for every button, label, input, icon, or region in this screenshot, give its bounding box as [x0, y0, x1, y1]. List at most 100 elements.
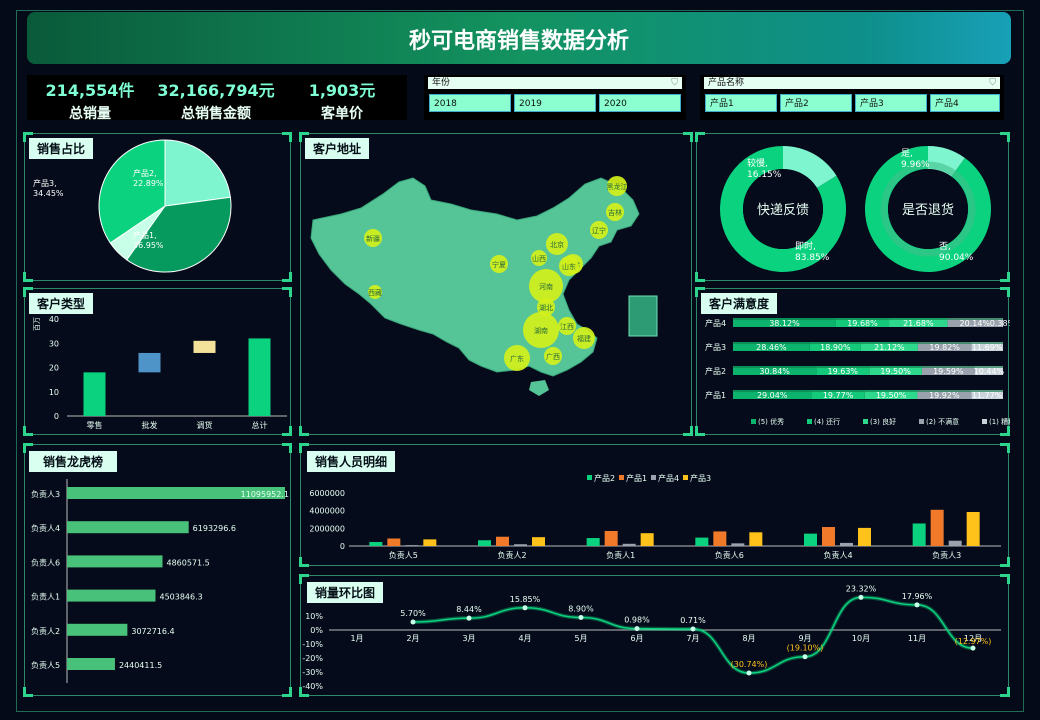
bar [822, 527, 835, 546]
legend-label: (4) 还行 [814, 417, 840, 426]
line-point [466, 615, 472, 621]
x-tick-label: 8月 [742, 634, 755, 643]
legend-swatch [587, 475, 592, 480]
line-point [578, 615, 584, 621]
legend-label: 产品1 [626, 473, 647, 483]
title-bar: 秒可电商销售数据分析 [27, 12, 1011, 64]
y-tick-label: -40% [302, 682, 323, 691]
bar [948, 540, 962, 546]
customer-type-waterfall: 百万 0 10 20 30 40 零售 批发 调货 总计 [33, 315, 287, 430]
y-tick-label: -10% [302, 640, 323, 649]
map-bubble-label: 宁夏 [492, 260, 506, 269]
category-label: 负责人6 [31, 557, 60, 567]
legend-label: 产品2 [594, 473, 615, 483]
stack-value-label: 0.38% [990, 319, 1010, 328]
kpi-unit-price: 1,903元 客单价 [279, 77, 405, 123]
category-label: 产品2 [705, 366, 726, 376]
pie-slice [164, 139, 231, 207]
kpi-total-volume: 214,554件 总销量 [27, 77, 153, 123]
x-tick-label: 3月 [462, 634, 475, 643]
product-option-3[interactable]: 产品3 [855, 94, 927, 112]
x-tick-label: 1月 [350, 634, 363, 643]
map-bubble-label: 湖南 [534, 326, 548, 335]
map-bubble-label: 山西 [532, 254, 546, 263]
stack-value-label: 19.77% [823, 391, 854, 400]
slicer-label: 产品名称 [708, 78, 745, 88]
kpi-value: 32,166,794元 [157, 81, 275, 100]
bar-value-label: 4860571.5 [166, 558, 209, 567]
product-option-2[interactable]: 产品2 [780, 94, 852, 112]
category-label: 负责人2 [31, 626, 60, 636]
hainan-island [529, 380, 549, 396]
product-slicer: 产品名称 ⛉ 产品1 产品2 产品3 产品4 [700, 75, 1004, 120]
stack-value-label: 19.92% [929, 391, 960, 400]
category-label: 负责人5 [31, 660, 60, 670]
y-tick-label: 40 [49, 315, 59, 324]
point-value-label: 5.70% [400, 609, 426, 618]
legend-label: (5) 优秀 [758, 417, 784, 426]
kpi-label: 总销量 [69, 106, 111, 122]
y-tick-label: 30 [49, 339, 59, 348]
y-tick-label: 10 [49, 388, 59, 397]
line-point [914, 602, 920, 608]
bar [193, 340, 216, 353]
line-point [410, 619, 416, 625]
point-value-label: (12.97%) [955, 637, 992, 646]
x-tick-label: 批发 [142, 420, 158, 430]
clear-filter-icon[interactable]: ⛉ [989, 77, 996, 89]
stack-value-label: 10.44% [974, 367, 1005, 376]
bar [930, 509, 944, 546]
x-tick-label: 9月 [798, 634, 811, 643]
slicer-label: 年份 [432, 78, 451, 88]
y-tick-label: 2000000 [309, 524, 345, 533]
x-tick-label: 负责人5 [389, 550, 418, 560]
mom-line-chart: 10% 0% -10% -20% -30% -40% 1月 2月 3月 4月 5月 6月 7月 8月 9月 1… [302, 584, 1001, 691]
product-option-1[interactable]: 产品1 [705, 94, 777, 112]
donut-label: 即时, [795, 240, 816, 252]
category-label: 负责人1 [31, 592, 60, 602]
bar [966, 511, 980, 546]
y-axis-label: 百万 [33, 317, 41, 331]
ranking-bar-chart: 负责人3 11095952.1 负责人4 6193296.6 负责人6 4860571.5… [31, 479, 289, 683]
category-label: 负责人3 [31, 489, 60, 499]
bar [83, 372, 106, 416]
legend-label: (2) 不满意 [926, 417, 959, 426]
bar [912, 523, 926, 546]
map-bubble-label: 河南 [539, 282, 553, 291]
bar [640, 533, 654, 546]
y-tick-label: 20 [49, 364, 59, 373]
clear-filter-icon[interactable]: ⛉ [671, 77, 678, 89]
map-bubble-label: 福建 [577, 334, 591, 343]
stack-value-label: 11.77% [972, 391, 1003, 400]
stack-value-label: 20.14% [960, 319, 991, 328]
bar [695, 537, 709, 546]
share-pie-chart: 产品2,22.89%产品1,36.95%产品4,5.71%产品3,34.45% [33, 139, 232, 273]
bar-value-label: 2440411.5 [119, 661, 162, 670]
bar [749, 532, 763, 546]
legend-swatch [807, 419, 812, 424]
pie-label: 产品3, [33, 178, 57, 188]
bar [369, 542, 383, 546]
y-tick-label: -20% [302, 654, 323, 663]
line-point [746, 670, 752, 676]
y-tick-label: 0 [54, 412, 59, 421]
stack-value-label: 19.59% [933, 367, 964, 376]
year-option-2020[interactable]: 2020 [599, 94, 681, 112]
year-option-2019[interactable]: 2019 [514, 94, 596, 112]
line-point [522, 605, 528, 611]
stack-value-label: 21.68% [903, 319, 934, 328]
y-tick-label: 0% [310, 626, 323, 635]
donut-panel: 快递反馈 较慢, 16.15% 即时, 83.85% 是否退货 是, 9.96% 否, 90.0… [695, 132, 1010, 282]
stack-value-label: 19.82% [929, 343, 960, 352]
donut-center-title: 是否退货 [902, 202, 954, 218]
product-option-4[interactable]: 产品4 [930, 94, 1000, 112]
point-value-label: 8.44% [456, 605, 482, 614]
pie-value-label: 36.95% [133, 241, 164, 250]
category-label: 产品4 [705, 318, 726, 328]
year-option-2018[interactable]: 2018 [429, 94, 511, 112]
stack-value-label: 19.50% [880, 367, 911, 376]
stack-value-label: 30.84% [759, 367, 790, 376]
map-bubble-label: 湖北 [539, 303, 553, 312]
bar [514, 544, 527, 546]
x-tick-label: 负责人6 [715, 550, 744, 560]
